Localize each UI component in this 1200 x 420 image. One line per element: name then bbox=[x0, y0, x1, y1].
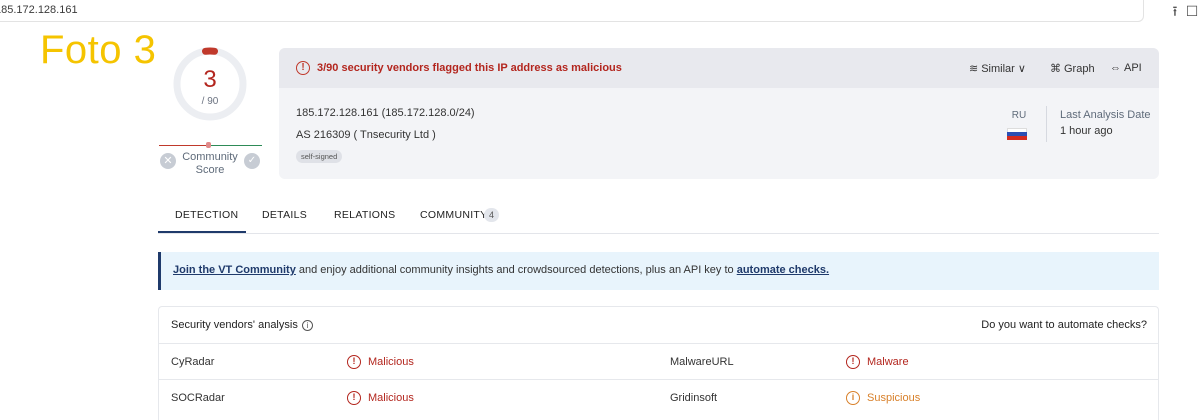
tab-details[interactable]: DETAILS bbox=[262, 209, 307, 221]
as-owner[interactable]: AS 216309 ( Tnsecurity Ltd ) bbox=[296, 129, 436, 141]
alert-icon: ! bbox=[347, 355, 361, 369]
api-button[interactable]: ⇔ API bbox=[1110, 62, 1142, 74]
vendor-name: CyRadar bbox=[171, 356, 215, 368]
info-icon: i bbox=[846, 391, 860, 405]
graph-button[interactable]: ⌘ Graph bbox=[1050, 62, 1095, 75]
alert-row: ! 3/90 security vendors flagged this IP … bbox=[279, 48, 1159, 88]
browser-toolbar: 185.172.128.161 ⭱ ☐ bbox=[0, 0, 1200, 24]
automate-checks-link[interactable]: automate checks. bbox=[737, 264, 829, 276]
vote-harmless-check-icon[interactable]: ✓ bbox=[244, 153, 260, 169]
active-tab-indicator bbox=[158, 231, 246, 233]
similar-icon: ≋ bbox=[969, 63, 979, 75]
address-text[interactable]: 185.172.128.161 bbox=[0, 4, 78, 16]
last-analysis-label: Last Analysis Date bbox=[1060, 109, 1151, 121]
vendor-verdict: ! Malware bbox=[846, 355, 909, 369]
summary-card: ! 3/90 security vendors flagged this IP … bbox=[279, 48, 1159, 179]
community-score-label: Community Score bbox=[182, 151, 238, 176]
alert-text: 3/90 security vendors flagged this IP ad… bbox=[317, 62, 622, 74]
vendor-name: SOCRadar bbox=[171, 392, 225, 404]
share-icon[interactable]: ⭱ bbox=[1167, 3, 1183, 19]
alert-icon: ! bbox=[846, 355, 860, 369]
community-count-badge: 4 bbox=[484, 208, 499, 222]
table-row: CyRadar ! Malicious MalwareURL ! Malware bbox=[159, 343, 1158, 379]
overlay-label: Foto 3 bbox=[40, 28, 157, 72]
vendors-table: Security vendors' analysis i Do you want … bbox=[158, 306, 1159, 420]
banner-middle-text: and enjoy additional community insights … bbox=[295, 264, 737, 276]
bookmark-icon[interactable]: ☐ bbox=[1184, 3, 1200, 19]
alert-icon: ! bbox=[347, 391, 361, 405]
vendors-heading: Security vendors' analysis i bbox=[171, 319, 313, 331]
community-banner: Join the VT Community and enjoy addition… bbox=[158, 252, 1159, 290]
vote-harmless-negative-icon[interactable]: ✕ bbox=[160, 153, 176, 169]
ip-address: 185.172.128.161 (185.172.128.0/24) bbox=[296, 107, 475, 119]
alert-icon: ! bbox=[296, 61, 310, 75]
chevron-down-icon: ∨ bbox=[1017, 63, 1026, 75]
detection-count: 3 bbox=[203, 66, 217, 93]
vendor-verdict: i Suspicious bbox=[846, 391, 920, 405]
country-code: RU bbox=[1011, 110, 1027, 121]
community-score-bar bbox=[159, 142, 262, 148]
api-icon: ⇔ bbox=[1110, 62, 1121, 74]
tab-relations[interactable]: RELATIONS bbox=[334, 209, 395, 221]
automate-prompt[interactable]: Do you want to automate checks? bbox=[981, 319, 1147, 331]
vendor-verdict: ! Malicious bbox=[347, 355, 414, 369]
detection-score-ring: 3 / 90 bbox=[170, 44, 250, 124]
banner-text: Join the VT Community and enjoy addition… bbox=[173, 264, 829, 276]
tab-community[interactable]: COMMUNITY bbox=[420, 209, 487, 221]
tabs-divider bbox=[158, 233, 1159, 234]
last-analysis-value: 1 hour ago bbox=[1060, 125, 1113, 137]
tag-badge[interactable]: self-signed bbox=[296, 150, 343, 163]
join-community-link[interactable]: Join the VT Community bbox=[173, 264, 296, 276]
info-icon[interactable]: i bbox=[301, 319, 313, 331]
address-bar[interactable]: 185.172.128.161 bbox=[0, 0, 1144, 22]
table-row: SOCRadar ! Malicious Gridinsoft i Suspicio… bbox=[159, 379, 1158, 415]
graph-icon: ⌘ bbox=[1050, 63, 1061, 75]
tab-detection[interactable]: DETECTION bbox=[175, 209, 238, 221]
russia-flag-icon bbox=[1007, 128, 1027, 140]
vendor-verdict: ! Malicious bbox=[347, 391, 414, 405]
vendor-name: Gridinsoft bbox=[670, 392, 718, 404]
similar-button[interactable]: ≋ Similar ∨ bbox=[969, 62, 1026, 75]
divider bbox=[1046, 106, 1047, 142]
detection-total: / 90 bbox=[201, 96, 219, 107]
vendor-name: MalwareURL bbox=[670, 356, 734, 368]
